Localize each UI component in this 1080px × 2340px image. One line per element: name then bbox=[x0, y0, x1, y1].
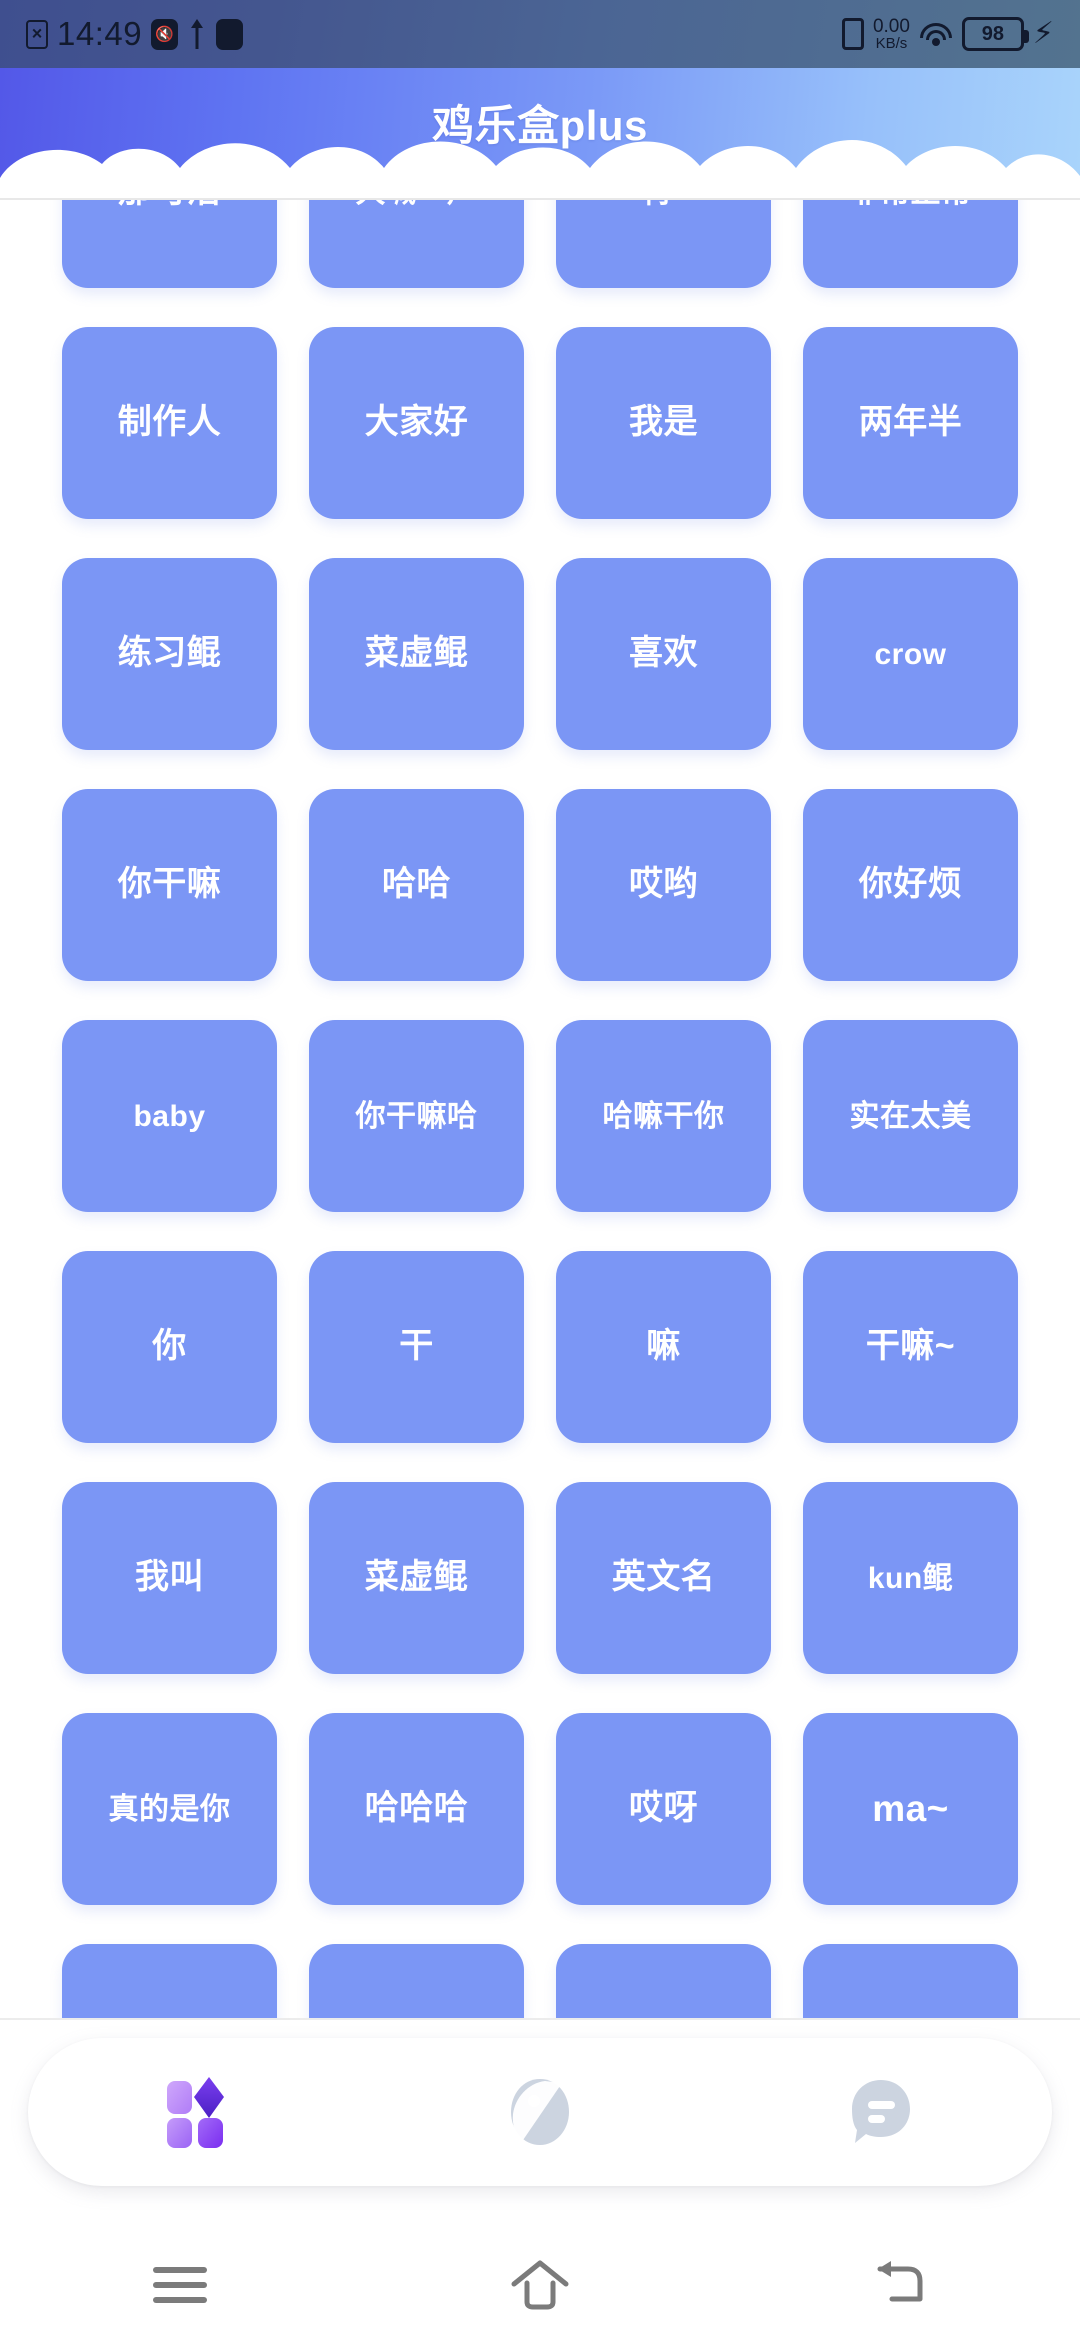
recents-icon bbox=[153, 2267, 207, 2303]
sound-button[interactable]: 菜虚鲲 bbox=[309, 1482, 524, 1674]
sound-button[interactable]: 哈哈哈 bbox=[309, 1713, 524, 1905]
sound-button[interactable]: 你干嘛哈 bbox=[309, 1020, 524, 1212]
sound-button[interactable]: 真的是你 bbox=[62, 1713, 277, 1905]
sound-button[interactable]: ma~ bbox=[803, 1713, 1018, 1905]
apps-grid-icon bbox=[166, 2077, 224, 2148]
silent-mode-icon: 🔇 bbox=[151, 18, 179, 50]
compass-discover-icon bbox=[510, 2079, 569, 2145]
sound-button[interactable]: 练习鲲 bbox=[62, 558, 277, 750]
sound-button[interactable]: 啊~ bbox=[556, 200, 771, 288]
sound-button[interactable]: 开始吟唱 bbox=[556, 1944, 771, 2020]
cloud-decoration bbox=[0, 140, 1080, 198]
app-header: 鸡乐盒plus bbox=[0, 68, 1080, 198]
sound-button-scroll-area[interactable]: 那可活大喊一声啊~非常正常制作人大家好我是两年半练习鲲菜虚鲲喜欢crow你干嘛哈… bbox=[0, 200, 1080, 2020]
sound-button[interactable]: 你 bbox=[62, 1251, 277, 1443]
sound-button[interactable]: 我叫 bbox=[62, 1482, 277, 1674]
back-button[interactable] bbox=[830, 2240, 970, 2330]
sound-button[interactable]: 你好烦 bbox=[803, 789, 1018, 981]
sound-button[interactable]: crow bbox=[803, 558, 1018, 750]
tab-discover[interactable] bbox=[369, 2038, 710, 2186]
sound-button[interactable]: 哈嘛干你 bbox=[556, 1020, 771, 1212]
sound-button[interactable]: 那可活 bbox=[62, 200, 277, 288]
charging-bolt-icon: ⚡ bbox=[1032, 17, 1054, 50]
sound-button-grid: 那可活大喊一声啊~非常正常制作人大家好我是两年半练习鲲菜虚鲲喜欢crow你干嘛哈… bbox=[0, 200, 1080, 2020]
vibrate-icon bbox=[841, 18, 864, 50]
home-button[interactable] bbox=[470, 2240, 610, 2330]
sound-button[interactable]: 厉不厉害 bbox=[62, 1944, 277, 2020]
battery-icon: 98 bbox=[961, 17, 1029, 51]
bottom-navigation-dock bbox=[28, 2038, 1052, 2186]
sound-button[interactable]: baby bbox=[62, 1020, 277, 1212]
status-bar-left: 14:49 🔇 bbox=[26, 15, 244, 53]
status-bar: 14:49 🔇 0.00 KB/s 98 ⚡ bbox=[0, 0, 1080, 68]
sound-button[interactable]: 你干嘛 bbox=[62, 789, 277, 981]
app-badge-icon bbox=[216, 18, 244, 50]
dock-divider bbox=[0, 2018, 1080, 2020]
sound-button[interactable]: 你鲲哥 bbox=[309, 1944, 524, 2020]
chat-bubble-icon bbox=[852, 2080, 911, 2143]
sound-button[interactable]: 干 bbox=[309, 1251, 524, 1443]
recents-button[interactable] bbox=[110, 2240, 250, 2330]
tab-apps[interactable] bbox=[28, 2038, 369, 2186]
sound-button[interactable]: 菜虚鲲 bbox=[309, 558, 524, 750]
network-speed-unit: KB/s bbox=[875, 35, 908, 52]
sound-button[interactable]: 两年半 bbox=[803, 327, 1018, 519]
sound-button[interactable]: 哎哟 bbox=[556, 789, 771, 981]
sound-button[interactable]: 嘛 bbox=[556, 1251, 771, 1443]
sound-button[interactable]: kun鲲 bbox=[803, 1482, 1018, 1674]
network-speed-value: 0.00 bbox=[872, 16, 910, 37]
status-bar-right: 0.00 KB/s 98 ⚡ bbox=[841, 17, 1054, 51]
sound-button[interactable]: 制作人 bbox=[62, 327, 277, 519]
back-icon bbox=[877, 2261, 923, 2302]
network-speed: 0.00 KB/s bbox=[873, 17, 910, 51]
sound-button[interactable]: 英文名 bbox=[556, 1482, 771, 1674]
sound-button[interactable]: 非常正常 bbox=[803, 200, 1018, 288]
battery-level: 98 bbox=[981, 22, 1005, 45]
usb-icon bbox=[187, 19, 207, 49]
sound-button[interactable]: 干嘛~ bbox=[803, 1251, 1018, 1443]
sound-button[interactable]: 哎呀 bbox=[556, 1713, 771, 1905]
wifi-icon bbox=[919, 21, 953, 47]
sim-card-off-icon bbox=[26, 19, 48, 49]
phone-screen: 14:49 🔇 0.00 KB/s 98 ⚡ 鸡乐盒plus 那可活大喊一声啊~… bbox=[0, 0, 1080, 2340]
sound-button[interactable]: 实在太美 bbox=[803, 1020, 1018, 1212]
sound-button[interactable]: 喜欢 bbox=[556, 558, 771, 750]
status-bar-clock: 14:49 bbox=[57, 15, 143, 52]
home-icon bbox=[511, 2260, 569, 2310]
android-navigation-bar bbox=[0, 2230, 1080, 2340]
sound-button[interactable]: 大家好 bbox=[309, 327, 524, 519]
sound-button[interactable]: 哈哈 bbox=[309, 789, 524, 981]
sound-button[interactable]: 我是 bbox=[556, 327, 771, 519]
sound-button[interactable]: 大喊一声 bbox=[309, 200, 524, 288]
sound-button[interactable]: 停止 bbox=[803, 1944, 1018, 2020]
tab-chat[interactable] bbox=[711, 2038, 1052, 2186]
